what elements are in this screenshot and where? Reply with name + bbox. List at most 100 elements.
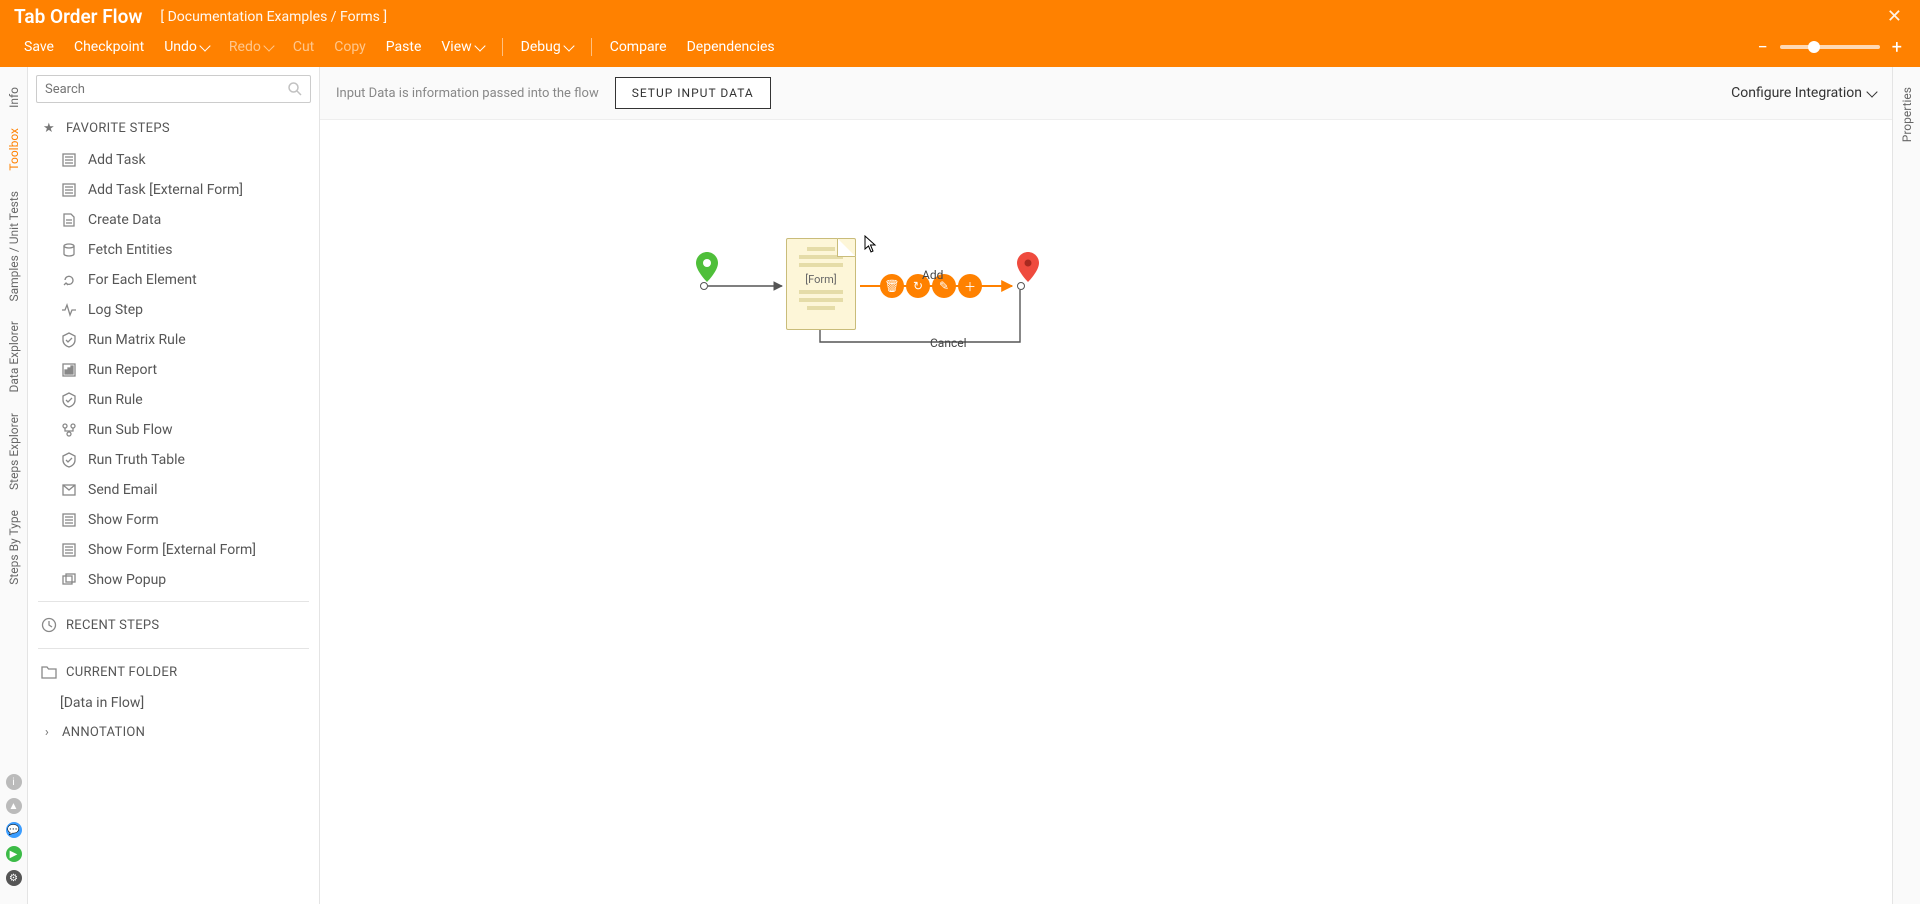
configure-integration-link[interactable]: Configure Integration — [1731, 85, 1876, 101]
star-icon: ★ — [40, 119, 58, 137]
favorite-step-label: Run Sub Flow — [88, 422, 173, 438]
list-icon — [60, 151, 78, 169]
menu-cut: Cut — [283, 35, 324, 59]
favorite-step-item[interactable]: Show Popup — [34, 565, 313, 595]
favorite-step-label: Show Form [External Form] — [88, 542, 256, 558]
favorite-step-label: Show Popup — [88, 572, 166, 588]
favorite-step-item[interactable]: Run Truth Table — [34, 445, 313, 475]
header: Tab Order Flow [ Documentation Examples … — [0, 0, 1920, 67]
favorite-step-item[interactable]: Run Report — [34, 355, 313, 385]
menu-view[interactable]: View — [431, 35, 493, 59]
chevron-down-icon — [199, 40, 210, 51]
menu-checkpoint[interactable]: Checkpoint — [64, 35, 154, 59]
check-icon — [60, 331, 78, 349]
rail-tab-toolbox[interactable]: Toolbox — [7, 118, 21, 181]
favorite-step-item[interactable]: Log Step — [34, 295, 313, 325]
status-warning-icon[interactable]: ▲ — [6, 798, 22, 814]
form-node-label: [Form] — [805, 273, 836, 286]
rail-tab-samples[interactable]: Samples / Unit Tests — [7, 181, 21, 312]
zoom-thumb[interactable] — [1808, 41, 1820, 53]
rail-tab-properties[interactable]: Properties — [1900, 77, 1914, 152]
chevron-right-icon: › — [40, 725, 54, 740]
section-current-folder[interactable]: CURRENT FOLDER — [34, 655, 313, 689]
list-icon — [60, 181, 78, 199]
rail-tab-data-explorer[interactable]: Data Explorer — [7, 311, 21, 403]
favorite-step-item[interactable]: Create Data — [34, 205, 313, 235]
favorite-step-label: Log Step — [88, 302, 143, 318]
path-cancel-label: Cancel — [930, 336, 967, 350]
section-favorite-steps[interactable]: ★ FAVORITE STEPS — [34, 111, 313, 145]
start-out-port[interactable] — [700, 282, 708, 290]
form-node[interactable]: [Form] — [786, 238, 856, 330]
favorite-step-item[interactable]: Add Task — [34, 145, 313, 175]
zoom-slider[interactable] — [1780, 45, 1880, 49]
main-menu: Save Checkpoint Undo Redo Cut Copy Paste… — [0, 31, 1920, 67]
favorite-step-label: Run Report — [88, 362, 157, 378]
status-settings-icon[interactable]: ⚙ — [6, 870, 22, 886]
favorite-step-label: Add Task — [88, 152, 146, 168]
end-in-port[interactable] — [1017, 282, 1025, 290]
close-button[interactable]: ✕ — [1883, 4, 1906, 29]
chevron-down-icon — [263, 40, 274, 51]
menu-debug[interactable]: Debug — [511, 35, 583, 59]
check-icon — [60, 391, 78, 409]
favorite-step-item[interactable]: Show Form [External Form] — [34, 535, 313, 565]
favorite-step-label: Fetch Entities — [88, 242, 172, 258]
folder-icon — [40, 663, 58, 681]
zoom-in-button[interactable]: + — [1888, 37, 1906, 58]
breadcrumb: [ Documentation Examples / Forms ] — [160, 9, 387, 25]
favorite-step-label: Send Email — [88, 482, 158, 498]
flow-icon — [60, 421, 78, 439]
flow-canvas[interactable]: [Form] 🗑 ↻ ✎ ＋ Add Cancel — [320, 120, 1892, 904]
doc-icon — [60, 211, 78, 229]
rail-tab-steps-explorer[interactable]: Steps Explorer — [7, 403, 21, 500]
right-rail: Properties — [1892, 67, 1920, 904]
favorite-step-item[interactable]: Run Matrix Rule — [34, 325, 313, 355]
status-info-icon[interactable]: i — [6, 774, 22, 790]
section-annotation[interactable]: › ANNOTATION — [34, 717, 313, 748]
status-chat-icon[interactable]: 💬 — [6, 822, 22, 838]
favorite-step-label: Run Truth Table — [88, 452, 185, 468]
chevron-down-icon — [474, 40, 485, 51]
current-folder-item[interactable]: [Data in Flow] — [34, 689, 313, 717]
pulse-icon — [60, 301, 78, 319]
input-data-hint: Input Data is information passed into th… — [336, 86, 599, 101]
node-add-button[interactable]: ＋ — [958, 274, 982, 298]
favorite-step-item[interactable]: Run Rule — [34, 385, 313, 415]
menu-copy: Copy — [324, 35, 376, 59]
menu-paste[interactable]: Paste — [376, 35, 432, 59]
check-icon — [60, 451, 78, 469]
favorite-step-item[interactable]: Add Task [External Form] — [34, 175, 313, 205]
menu-dependencies[interactable]: Dependencies — [677, 35, 785, 59]
main-area: Input Data is information passed into th… — [320, 67, 1892, 904]
setup-input-data-button[interactable]: SETUP INPUT DATA — [615, 77, 771, 109]
info-bar: Input Data is information passed into th… — [320, 67, 1892, 120]
zoom-out-button[interactable]: − — [1753, 37, 1771, 58]
favorite-step-label: Run Rule — [88, 392, 143, 408]
favorite-step-item[interactable]: Show Form — [34, 505, 313, 535]
rail-tab-steps-by-type[interactable]: Steps By Type — [7, 500, 21, 595]
search-input[interactable] — [36, 75, 311, 103]
favorite-step-item[interactable]: For Each Element — [34, 265, 313, 295]
menu-compare[interactable]: Compare — [600, 35, 677, 59]
favorite-step-item[interactable]: Send Email — [34, 475, 313, 505]
menu-save[interactable]: Save — [14, 35, 64, 59]
status-run-icon[interactable]: ▶ — [6, 846, 22, 862]
cursor-icon — [864, 235, 878, 253]
page-title: Tab Order Flow — [14, 5, 142, 28]
favorite-step-item[interactable]: Fetch Entities — [34, 235, 313, 265]
node-delete-button[interactable]: 🗑 — [880, 274, 904, 298]
section-recent-steps[interactable]: RECENT STEPS — [34, 608, 313, 642]
menu-undo[interactable]: Undo — [154, 35, 219, 59]
favorite-step-label: Create Data — [88, 212, 161, 228]
left-rail: Info Toolbox Samples / Unit Tests Data E… — [0, 67, 28, 904]
mail-icon — [60, 481, 78, 499]
report-icon — [60, 361, 78, 379]
list-icon — [60, 511, 78, 529]
menu-separator — [502, 38, 503, 56]
favorite-step-item[interactable]: Run Sub Flow — [34, 415, 313, 445]
favorite-step-label: Show Form — [88, 512, 159, 528]
toolbox-panel: ★ FAVORITE STEPS Add Task Add Task [Exter… — [28, 67, 320, 904]
rail-tab-info[interactable]: Info — [7, 77, 21, 118]
popup-icon — [60, 571, 78, 589]
